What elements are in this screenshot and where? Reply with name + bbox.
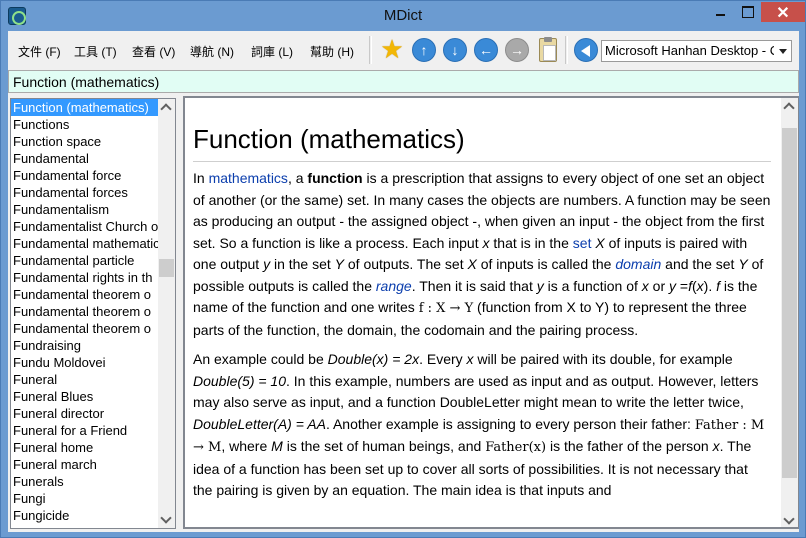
menu-tools[interactable]: 工具 (T): [74, 43, 117, 60]
forward-arrow-icon[interactable]: →: [505, 38, 529, 62]
title-bar[interactable]: MDict ✕: [1, 1, 805, 31]
menu-library[interactable]: 詞庫 (L): [251, 43, 293, 60]
maximize-button[interactable]: [734, 2, 760, 22]
app-window: MDict ✕ 文件 (F) 工具 (T) 查看 (V) 導航 (N) 詞庫 (…: [0, 0, 806, 538]
menu-help[interactable]: 幫助 (H): [310, 43, 354, 60]
link-mathematics[interactable]: mathematics: [209, 170, 288, 186]
word-list-item[interactable]: Function (mathematics): [11, 99, 159, 116]
word-list-item[interactable]: Function space: [11, 133, 159, 150]
scroll-down-icon[interactable]: [158, 511, 175, 528]
word-list-item[interactable]: Fundraising: [11, 337, 159, 354]
article-paragraph-1: In mathematics, a function is a prescrip…: [193, 170, 771, 338]
favorite-star-icon[interactable]: ★: [380, 36, 404, 62]
word-list-item[interactable]: Fundamental theorem o: [11, 286, 159, 303]
scroll-thumb[interactable]: [782, 128, 797, 478]
up-arrow-icon[interactable]: ↑: [412, 38, 436, 62]
menu-toolbar-row: 文件 (F) 工具 (T) 查看 (V) 導航 (N) 詞庫 (L) 幫助 (H…: [8, 31, 799, 69]
math-formula: f : X → Y: [418, 301, 474, 316]
clipboard-icon[interactable]: [539, 37, 557, 62]
word-list-scrollbar[interactable]: [158, 99, 175, 528]
menu-view[interactable]: 查看 (V): [132, 43, 175, 60]
word-list-item[interactable]: Fundamental theorem o: [11, 320, 159, 337]
math-formula: Father(x): [485, 440, 547, 455]
word-list-item[interactable]: Funeral Blues: [11, 388, 159, 405]
search-input[interactable]: [8, 70, 799, 93]
down-arrow-icon[interactable]: ↓: [443, 38, 467, 62]
word-list-items: Function (mathematics) Functions Function …: [11, 99, 159, 524]
word-list-item[interactable]: Fundamental theorem o: [11, 303, 159, 320]
word-list-item[interactable]: Functions: [11, 116, 159, 133]
word-list-item[interactable]: Fundamental mathematics: [11, 235, 159, 252]
word-list-item[interactable]: Funeral for a Friend: [11, 422, 159, 439]
word-list-item[interactable]: Funeral: [11, 371, 159, 388]
word-list-item[interactable]: Fungi: [11, 490, 159, 507]
chevron-down-icon[interactable]: [774, 41, 791, 61]
word-list[interactable]: Function (mathematics) Functions Function …: [10, 98, 176, 529]
toolbar-separator: [565, 36, 568, 64]
article-paragraph-2: An example could be Double(x) = 2x. Ever…: [193, 351, 765, 498]
word-list-item[interactable]: Fundamentalism: [11, 201, 159, 218]
article-scrollbar[interactable]: [781, 98, 798, 527]
back-arrow-icon[interactable]: ←: [474, 38, 498, 62]
scroll-up-icon[interactable]: [781, 98, 798, 115]
word-list-item[interactable]: Funeral home: [11, 439, 159, 456]
word-list-item[interactable]: Fundamental force: [11, 167, 159, 184]
word-list-item[interactable]: Fundamentalist Church of: [11, 218, 159, 235]
word-list-item[interactable]: Funerals: [11, 473, 159, 490]
word-list-item[interactable]: Fundamental particle: [11, 252, 159, 269]
word-list-item[interactable]: Funeral director: [11, 405, 159, 422]
close-icon: ✕: [776, 5, 790, 22]
word-list-item[interactable]: Fundamental: [11, 150, 159, 167]
link-domain[interactable]: domain: [615, 256, 661, 272]
article-body: Function (mathematics) In mathematics, a…: [193, 98, 771, 527]
toolbar-separator: [369, 36, 372, 64]
window-title: MDict: [383, 7, 423, 24]
article-pane[interactable]: Function (mathematics) In mathematics, a…: [183, 96, 799, 529]
word-list-item[interactable]: Fundu Moldovei: [11, 354, 159, 371]
menu-navigate[interactable]: 導航 (N): [190, 43, 234, 60]
voice-select[interactable]: Microsoft Hanhan Desktop - C: [601, 40, 792, 62]
scroll-up-icon[interactable]: [158, 99, 175, 116]
scroll-down-icon[interactable]: [781, 512, 798, 527]
client-area: 文件 (F) 工具 (T) 查看 (V) 導航 (N) 詞庫 (L) 幫助 (H…: [8, 31, 799, 532]
minimize-button[interactable]: [707, 2, 733, 22]
close-button[interactable]: ✕: [761, 2, 805, 22]
voice-select-value: Microsoft Hanhan Desktop - C: [605, 43, 780, 58]
link-set[interactable]: set: [573, 235, 592, 251]
word-list-item[interactable]: Funeral march: [11, 456, 159, 473]
word-list-item[interactable]: Fundamental rights in th: [11, 269, 159, 286]
word-list-item[interactable]: Fungicide: [11, 507, 159, 524]
scroll-thumb[interactable]: [159, 259, 174, 278]
word-list-item[interactable]: Fundamental forces: [11, 184, 159, 201]
speaker-icon[interactable]: [574, 38, 598, 62]
menu-file[interactable]: 文件 (F): [18, 43, 61, 60]
link-range[interactable]: range: [376, 278, 412, 294]
article-title: Function (mathematics): [193, 124, 771, 162]
